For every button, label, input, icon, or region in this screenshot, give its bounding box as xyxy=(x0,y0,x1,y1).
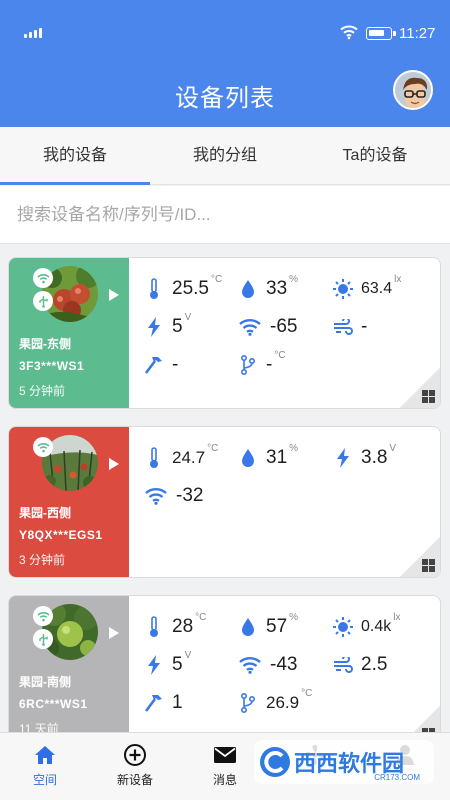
search-bar xyxy=(0,186,450,244)
humidity-drop-icon xyxy=(238,447,258,469)
branch-icon xyxy=(238,354,258,376)
metric-voltage: 5V xyxy=(144,312,191,338)
status-time: 11:27 xyxy=(399,25,436,42)
metric-probe-temperature: 26.9 °C xyxy=(238,688,312,714)
metric-temperature: 24.7 °C xyxy=(144,443,218,469)
watermark-site: CR173.COM xyxy=(374,773,420,782)
wind-icon xyxy=(333,654,353,676)
device-name: 果园-南侧 xyxy=(19,675,71,689)
metric-temperature: 28 °C xyxy=(144,612,206,638)
device-card-status-panel: 果园-南侧 6RC***WS1 11 天前 xyxy=(9,596,129,732)
card-corner[interactable] xyxy=(400,537,440,577)
metric-wind: 2.5 xyxy=(333,654,389,676)
device-serial: 6RC***WS1 xyxy=(19,697,88,711)
metric-signal: -32 xyxy=(144,485,205,507)
device-name: 果园-东侧 xyxy=(19,337,71,351)
usb-badge-icon xyxy=(33,629,53,649)
metric-signal: -43 xyxy=(238,654,299,676)
nav-space[interactable]: 空间 xyxy=(0,733,90,800)
wifi-badge-icon xyxy=(33,437,53,457)
humidity-drop-icon xyxy=(238,616,258,638)
battery-icon xyxy=(366,27,396,40)
bolt-icon xyxy=(144,654,164,676)
metric-temperature: 25.5 °C xyxy=(144,274,222,300)
device-list: 果园-东侧 3F3***WS1 5 分钟前 25.5 °C 33% 63.4 lx … xyxy=(0,244,450,732)
bolt-icon xyxy=(144,316,164,338)
wifi-icon xyxy=(144,485,168,507)
grid-icon xyxy=(422,390,435,403)
metric-humidity: 57% xyxy=(238,612,298,638)
metric-probe-temperature: - °C xyxy=(238,350,286,376)
watermark-logo: 西西软件园 CR173.COM xyxy=(254,740,434,784)
play-icon[interactable] xyxy=(109,458,119,470)
hammer-icon xyxy=(144,354,164,376)
tab-my-groups[interactable]: 我的分组 xyxy=(150,127,300,184)
home-icon xyxy=(32,743,58,767)
device-card-status-panel: 果园-东侧 3F3***WS1 5 分钟前 xyxy=(9,258,129,408)
device-updated: 3 分钟前 xyxy=(19,553,66,567)
humidity-drop-icon xyxy=(238,278,258,300)
grid-icon xyxy=(422,559,435,572)
nav-new-device-label: 新设备 xyxy=(116,773,153,787)
nav-space-label: 空间 xyxy=(32,773,57,787)
wifi-badge-icon xyxy=(33,268,53,288)
metric-light: 63.4 lx xyxy=(333,274,401,300)
app-header: 11:27 设备列表 xyxy=(0,0,450,127)
metric-light: 0.4k lx xyxy=(333,612,400,638)
branch-icon xyxy=(238,692,258,714)
device-serial: Y8QX***EGS1 xyxy=(19,528,103,542)
page-title: 设备列表 xyxy=(175,85,275,112)
mail-icon xyxy=(212,743,238,767)
thermometer-icon xyxy=(144,447,164,469)
bolt-icon xyxy=(333,447,353,469)
device-name: 果园-西侧 xyxy=(19,506,71,520)
metric-signal: -65 xyxy=(238,316,299,338)
play-icon[interactable] xyxy=(109,627,119,639)
device-tabs: 我的设备 我的分组 Ta的设备 xyxy=(0,127,450,185)
hammer-icon xyxy=(144,692,164,714)
metric-wind: - xyxy=(333,316,369,338)
device-card-south[interactable]: 果园-南侧 6RC***WS1 11 天前 28 °C 57% 0.4k lx 5V… xyxy=(8,595,441,732)
metric-voltage: 5V xyxy=(144,650,191,676)
wind-icon xyxy=(333,316,353,338)
device-card-status-panel: 果园-西侧 Y8QX***EGS1 3 分钟前 xyxy=(9,427,129,577)
card-corner[interactable] xyxy=(400,706,440,732)
metric-humidity: 31% xyxy=(238,443,298,469)
nav-messages-label: 消息 xyxy=(212,773,237,787)
avatar[interactable] xyxy=(393,70,433,110)
tab-ta-devices[interactable]: Ta的设备 xyxy=(300,127,450,184)
sun-icon xyxy=(333,616,353,638)
device-card-west[interactable]: 果园-西侧 Y8QX***EGS1 3 分钟前 24.7 °C 31% 3.8 V … xyxy=(8,426,441,578)
thermometer-icon xyxy=(144,616,164,638)
tab-my-devices[interactable]: 我的设备 xyxy=(0,127,150,185)
nav-new-device[interactable]: 新设备 xyxy=(90,733,180,800)
usb-badge-icon xyxy=(33,291,53,311)
card-corner[interactable] xyxy=(400,368,440,408)
device-updated: 11 天前 xyxy=(19,722,59,732)
status-bar: 11:27 xyxy=(0,0,450,64)
wifi-status-icon xyxy=(340,25,358,40)
metric-impact: 1 xyxy=(144,692,185,714)
wifi-badge-icon xyxy=(33,606,53,626)
wifi-icon xyxy=(238,654,262,676)
metric-impact: - xyxy=(144,354,180,376)
device-serial: 3F3***WS1 xyxy=(19,359,85,373)
metric-voltage: 3.8 V xyxy=(333,443,396,469)
wifi-icon xyxy=(238,316,262,338)
signal-icon xyxy=(24,28,42,38)
metric-humidity: 33% xyxy=(238,274,298,300)
device-card-east[interactable]: 果园-东侧 3F3***WS1 5 分钟前 25.5 °C 33% 63.4 lx … xyxy=(8,257,441,409)
device-updated: 5 分钟前 xyxy=(19,384,66,398)
watermark-c-icon xyxy=(260,747,290,777)
search-input[interactable] xyxy=(0,186,450,243)
sun-icon xyxy=(333,278,353,300)
thermometer-icon xyxy=(144,278,164,300)
plus-circle-icon xyxy=(122,743,148,767)
play-icon[interactable] xyxy=(109,289,119,301)
